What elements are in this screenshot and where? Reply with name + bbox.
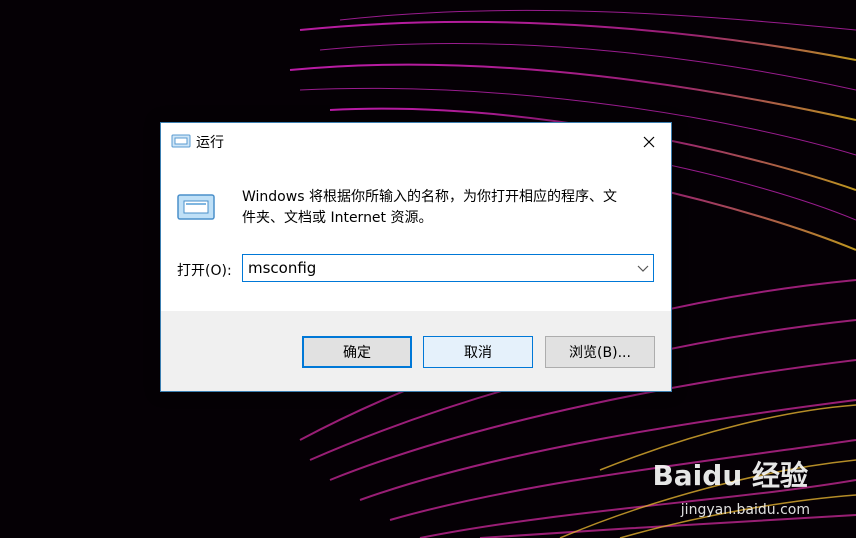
dialog-title: 运行: [196, 135, 224, 151]
cancel-button[interactable]: 取消: [423, 336, 533, 368]
baidu-logo: Baidu 经验: [652, 459, 808, 492]
close-icon: [643, 136, 655, 148]
description-line-2: 件夹、文档或 Internet 资源。: [242, 210, 433, 226]
run-icon: [171, 134, 191, 148]
description-line-1: Windows 将根据你所输入的名称，为你打开相应的程序、文: [242, 189, 617, 205]
ok-button[interactable]: 确定: [302, 336, 412, 368]
title-bar[interactable]: 运行: [161, 123, 671, 161]
chevron-down-icon[interactable]: [637, 263, 649, 273]
description: Windows 将根据你所输入的名称，为你打开相应的程序、文 件夹、文档或 In…: [242, 187, 662, 229]
open-label: 打开(O):: [177, 263, 232, 279]
open-combobox[interactable]: [242, 254, 654, 282]
run-icon: [177, 194, 215, 220]
run-dialog: 运行 Windows 将根据你所输入的名称，为你打开相应的程序、文 件夹、文档或…: [160, 122, 672, 392]
button-bar: 确定 取消 浏览(B)...: [161, 311, 671, 391]
close-button[interactable]: [627, 123, 671, 161]
browse-button[interactable]: 浏览(B)...: [545, 336, 655, 368]
watermark-url: jingyan.baidu.com: [680, 502, 810, 518]
open-input[interactable]: [248, 259, 618, 277]
